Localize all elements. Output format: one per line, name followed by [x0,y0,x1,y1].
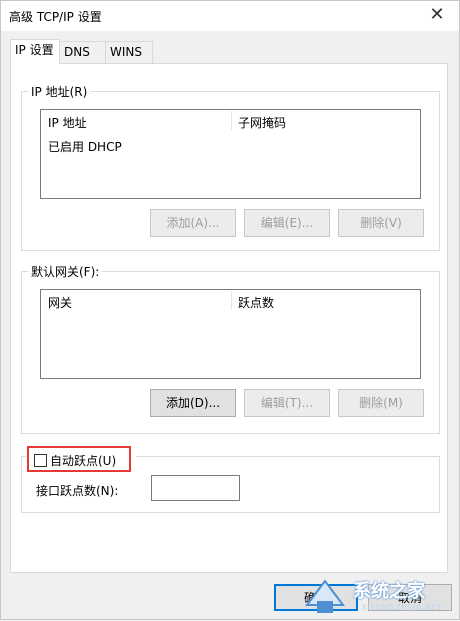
site-watermark: 系统之家 XITONGZHIJIA.NET [301,573,460,621]
gateway-delete-button[interactable]: 删除(M) [338,389,424,417]
title-bar: 高级 TCP/IP 设置 ✕ [1,1,459,31]
gateway-list[interactable]: 网关 跃点数 [40,289,421,379]
gateway-edit-button[interactable]: 编辑(T)... [244,389,330,417]
default-gateway-group-label: 默认网关(F): [28,263,103,280]
ip-address-group-label: IP 地址(R) [28,83,91,100]
watermark-subtext: XITONGZHIJIA.NET [361,603,443,612]
column-header-ip: IP 地址 [48,116,87,130]
column-header-metric: 跃点数 [238,296,275,310]
watermark-text: 系统之家 [353,581,425,602]
advanced-tcpip-dialog: 高级 TCP/IP 设置 ✕ IP 设置 DNS WINS IP 地址(R) I… [0,0,460,620]
window-title: 高级 TCP/IP 设置 [9,10,102,24]
tab-ip-settings[interactable]: IP 设置 [10,39,60,64]
tab-wins[interactable]: WINS [105,41,153,63]
list-item[interactable]: 已启用 DHCP [48,138,122,155]
column-header-subnet: 子网掩码 [238,116,287,130]
ip-settings-panel: IP 地址(R) IP 地址 子网掩码 已启用 DHCP 添加(A)... 编辑… [10,63,448,573]
interface-metric-label: 接口跃点数(N): [36,484,119,498]
column-separator [231,291,232,310]
close-icon[interactable]: ✕ [415,1,459,31]
interface-metric-input[interactable] [151,475,240,501]
ip-address-list[interactable]: IP 地址 子网掩码 已启用 DHCP [40,109,421,199]
ip-delete-button[interactable]: 删除(V) [338,209,424,237]
watermark-logo-icon [305,579,345,613]
column-separator [231,111,232,130]
highlight-box [27,446,131,472]
gateway-add-button[interactable]: 添加(D)... [150,389,236,417]
ip-add-button[interactable]: 添加(A)... [150,209,236,237]
tab-dns[interactable]: DNS [59,41,106,63]
ip-edit-button[interactable]: 编辑(E)... [244,209,330,237]
column-header-gateway: 网关 [48,296,73,310]
